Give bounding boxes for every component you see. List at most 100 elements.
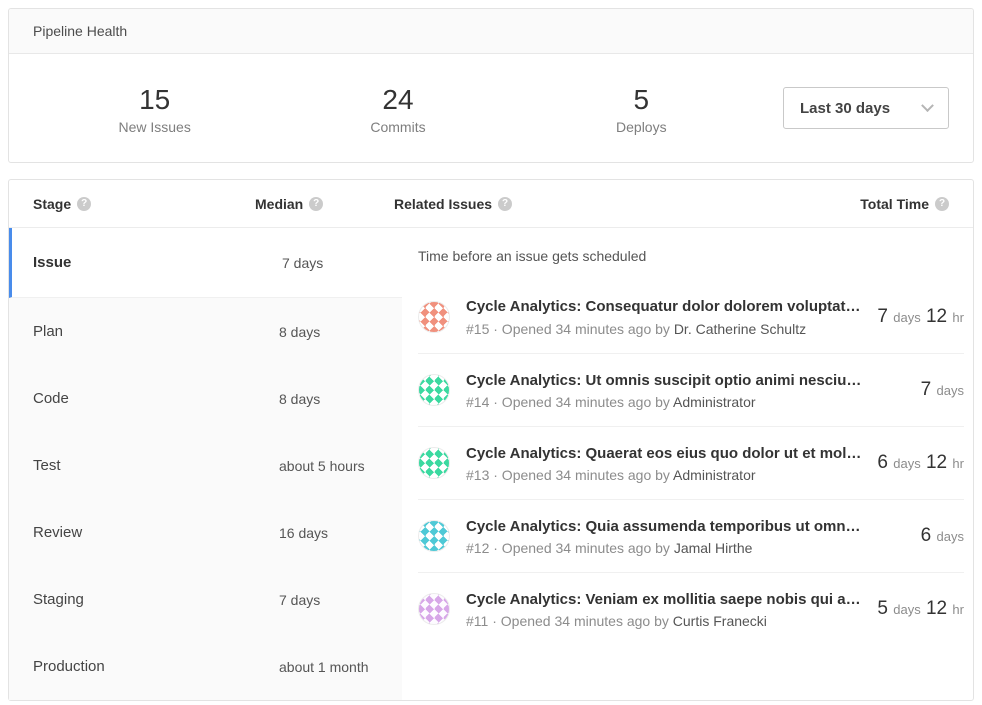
stat-deploys-label: Deploys — [520, 119, 763, 135]
issue-row: Cycle Analytics: Veniam ex mollitia saep… — [418, 572, 964, 645]
issue-text: Cycle Analytics: Quia assumenda temporib… — [466, 516, 921, 557]
column-header-stage: Stage ? — [9, 196, 255, 212]
stage-median: about 5 hours — [279, 458, 365, 474]
issue-row: Cycle Analytics: Consequatur dolor dolor… — [418, 280, 964, 353]
total-time-header-label: Total Time — [860, 196, 929, 212]
time-unit: days — [937, 529, 964, 544]
time-value: 12 — [926, 306, 947, 327]
time-unit: hr — [952, 310, 964, 325]
stage-median: 8 days — [279, 391, 320, 407]
stage-row-plan[interactable]: Plan 8 days — [9, 298, 402, 365]
column-header-related-issues: Related Issues ? — [378, 196, 860, 212]
author-avatar[interactable] — [418, 374, 450, 406]
stat-new-issues-label: New Issues — [33, 119, 276, 135]
issue-ref-link[interactable]: #11 — [466, 613, 488, 629]
stage-row-test[interactable]: Test about 5 hours — [9, 432, 402, 499]
issue-meta: #14 · Opened 34 minutes ago by Administr… — [466, 394, 905, 410]
issue-author-link[interactable]: Dr. Catherine Schultz — [674, 321, 806, 337]
stage-name: Production — [33, 658, 279, 675]
time-unit: hr — [952, 456, 964, 471]
issue-meta: #13 · Opened 34 minutes ago by Administr… — [466, 467, 861, 483]
stat-commits-value: 24 — [276, 82, 519, 117]
stage-row-issue[interactable]: Issue 7 days — [9, 228, 402, 298]
issue-author-link[interactable]: Administrator — [673, 467, 755, 483]
issue-ref-link[interactable]: #12 — [466, 540, 489, 556]
stage-list: Issue 7 days Plan 8 days Code 8 days Tes… — [9, 228, 402, 700]
issue-author-link[interactable]: Curtis Franecki — [673, 613, 767, 629]
issue-title-link[interactable]: Cycle Analytics: Ut omnis suscipit optio… — [466, 370, 905, 392]
help-icon[interactable]: ? — [935, 197, 949, 211]
time-unit: days — [893, 456, 920, 471]
stat-new-issues-value: 15 — [33, 82, 276, 117]
stage-median: about 1 month — [279, 659, 369, 675]
issue-title-link[interactable]: Cycle Analytics: Quia assumenda temporib… — [466, 516, 905, 538]
author-avatar[interactable] — [418, 520, 450, 552]
time-value: 7 — [921, 379, 932, 400]
issue-total-time: 6 days — [921, 525, 964, 547]
issue-meta: #11 · Opened 34 minutes ago by Curtis Fr… — [466, 613, 861, 629]
issue-opened-text: · Opened 34 minutes ago by — [493, 394, 670, 410]
time-value: 6 — [921, 525, 932, 546]
time-value: 7 — [877, 306, 888, 327]
chevron-down-icon — [921, 99, 934, 112]
issue-author-link[interactable]: Jamal Hirthe — [674, 540, 753, 556]
time-unit: days — [893, 310, 920, 325]
issue-text: Cycle Analytics: Quaerat eos eius quo do… — [466, 443, 877, 484]
issue-total-time: 7 days 12 hr — [877, 306, 964, 328]
issue-text: Cycle Analytics: Veniam ex mollitia saep… — [466, 589, 877, 630]
stat-commits-label: Commits — [276, 119, 519, 135]
summary-row: 15 New Issues 24 Commits 5 Deploys Last … — [9, 54, 973, 162]
issue-text: Cycle Analytics: Consequatur dolor dolor… — [466, 296, 877, 337]
help-icon[interactable]: ? — [77, 197, 91, 211]
issue-total-time: 6 days 12 hr — [877, 452, 964, 474]
issue-opened-text: · Opened 34 minutes ago by — [492, 613, 669, 629]
stage-median: 7 days — [282, 255, 323, 271]
help-icon[interactable]: ? — [498, 197, 512, 211]
pipeline-health-title: Pipeline Health — [9, 9, 973, 54]
stage-row-code[interactable]: Code 8 days — [9, 365, 402, 432]
cycle-analytics-page: Pipeline Health 15 New Issues 24 Commits… — [0, 0, 982, 701]
summary-stats: 15 New Issues 24 Commits 5 Deploys — [33, 82, 763, 135]
stage-row-staging[interactable]: Staging 7 days — [9, 566, 402, 633]
stage-name: Review — [33, 524, 279, 541]
stage-name: Test — [33, 457, 279, 474]
stat-deploys-value: 5 — [520, 82, 763, 117]
issue-row: Cycle Analytics: Quia assumenda temporib… — [418, 499, 964, 572]
stage-name: Issue — [33, 254, 282, 271]
issue-meta: #15 · Opened 34 minutes ago by Dr. Cathe… — [466, 321, 861, 337]
issue-ref-link[interactable]: #13 — [466, 467, 489, 483]
author-avatar[interactable] — [418, 593, 450, 625]
issue-author-link[interactable]: Administrator — [673, 394, 755, 410]
author-avatar[interactable] — [418, 447, 450, 479]
time-value: 5 — [877, 598, 888, 619]
stages-panel: Stage ? Median ? Related Issues ? Total … — [8, 179, 974, 701]
stage-header-label: Stage — [33, 196, 71, 212]
issue-meta: #12 · Opened 34 minutes ago by Jamal Hir… — [466, 540, 905, 556]
median-header-label: Median — [255, 196, 303, 212]
issue-title-link[interactable]: Cycle Analytics: Quaerat eos eius quo do… — [466, 443, 861, 465]
stage-row-production[interactable]: Production about 1 month — [9, 633, 402, 700]
date-range-dropdown[interactable]: Last 30 days — [783, 87, 949, 129]
stat-commits: 24 Commits — [276, 82, 519, 135]
issue-total-time: 7 days — [921, 379, 964, 401]
stage-row-review[interactable]: Review 16 days — [9, 499, 402, 566]
time-value: 6 — [877, 452, 888, 473]
related-issues-list: Time before an issue gets scheduled Cycl… — [402, 228, 982, 700]
stage-name: Staging — [33, 591, 279, 608]
time-unit: days — [937, 383, 964, 398]
stage-name: Code — [33, 390, 279, 407]
stage-median: 8 days — [279, 324, 320, 340]
issue-row: Cycle Analytics: Ut omnis suscipit optio… — [418, 353, 964, 426]
issue-total-time: 5 days 12 hr — [877, 598, 964, 620]
related-issues-header-label: Related Issues — [394, 196, 492, 212]
help-icon[interactable]: ? — [309, 197, 323, 211]
pipeline-health-card: Pipeline Health 15 New Issues 24 Commits… — [8, 8, 974, 163]
time-unit: hr — [952, 602, 964, 617]
issue-opened-text: · Opened 34 minutes ago by — [493, 540, 670, 556]
issue-ref-link[interactable]: #14 — [466, 394, 489, 410]
issue-title-link[interactable]: Cycle Analytics: Consequatur dolor dolor… — [466, 296, 861, 318]
author-avatar[interactable] — [418, 301, 450, 333]
issue-title-link[interactable]: Cycle Analytics: Veniam ex mollitia saep… — [466, 589, 861, 611]
issue-ref-link[interactable]: #15 — [466, 321, 489, 337]
column-header-median: Median ? — [255, 196, 378, 212]
